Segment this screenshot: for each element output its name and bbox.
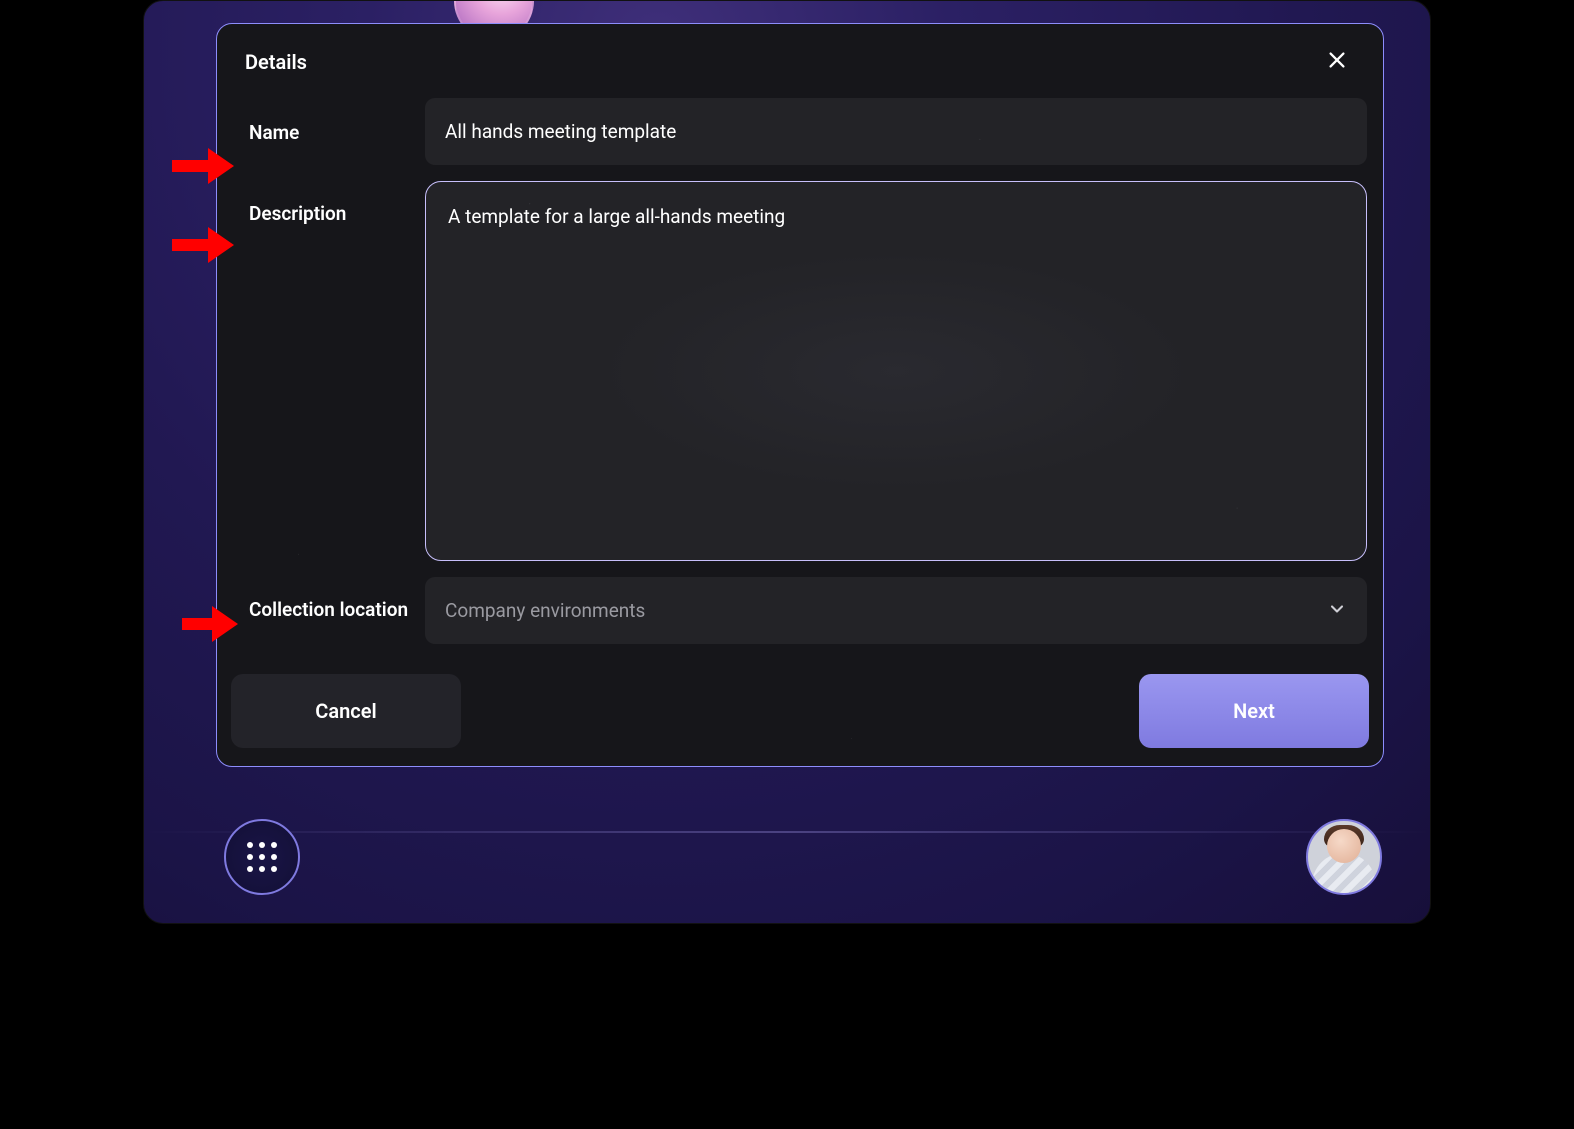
avatar-head [1327,829,1361,863]
description-textarea[interactable] [425,181,1367,561]
apps-grid-icon [247,842,277,872]
app-window: Details Name Description [143,0,1431,924]
modal-header: Details [217,24,1383,98]
name-input[interactable] [425,98,1367,165]
collection-label: Collection location [233,577,425,644]
details-modal: Details Name Description [216,23,1384,767]
avatar-button[interactable] [1306,819,1382,895]
close-button[interactable] [1319,44,1355,80]
modal-title: Details [245,50,307,74]
next-button[interactable]: Next [1139,674,1369,748]
close-icon [1326,49,1348,75]
field-row-name: Name [233,98,1367,165]
name-label: Name [233,98,425,165]
modal-body: Name Description Collection location Com… [217,98,1383,662]
cancel-button[interactable]: Cancel [231,674,461,748]
collection-select[interactable]: Company environments [425,577,1367,644]
description-label: Description [233,181,425,561]
field-row-collection: Collection location Company environments [233,577,1367,644]
horizon-line [144,831,1430,833]
field-row-description: Description [233,181,1367,561]
apps-grid-button[interactable] [224,819,300,895]
modal-footer: Cancel Next [217,662,1383,748]
